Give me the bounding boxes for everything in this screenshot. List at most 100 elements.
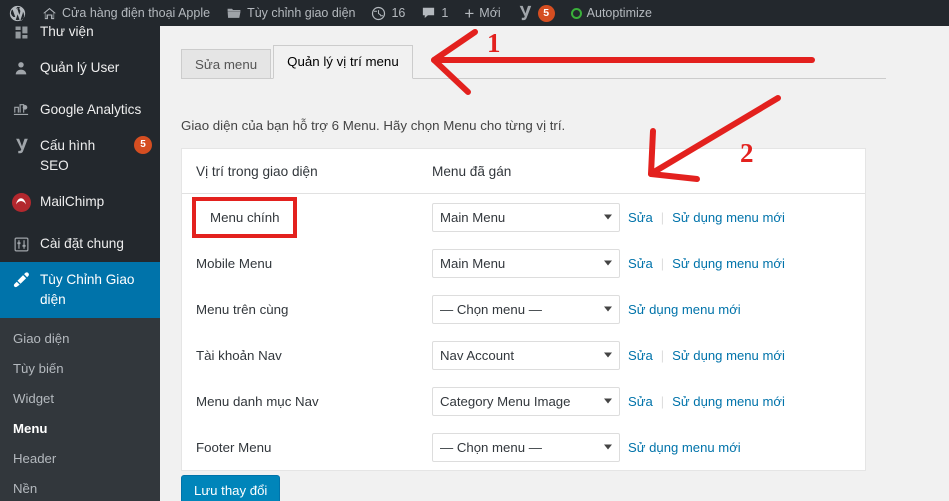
submenu-item-menus[interactable]: Menu: [0, 414, 160, 444]
row-location-cell: Menu danh mục Nav: [182, 394, 432, 409]
use-new-menu-link[interactable]: Sử dụng menu mới: [672, 210, 785, 225]
row-assigned-cell: Category Menu Image Sửa | Sử dụng menu m…: [432, 386, 865, 416]
table-row: Tài khoản Nav Nav Account Sửa | Sử dụng …: [182, 332, 865, 378]
sidebar-item-appearance[interactable]: Tùy Chỉnh Giao diện: [0, 262, 168, 318]
submenu-item-customize[interactable]: Tùy biến: [0, 354, 160, 384]
appearance-submenu: Giao diện Tùy biến Widget Menu Header Nề…: [0, 318, 160, 501]
use-new-menu-link[interactable]: Sử dụng menu mới: [672, 394, 785, 409]
location-name: Menu danh mục Nav: [196, 393, 319, 409]
row-assigned-cell: Nav Account Sửa | Sử dụng menu mới: [432, 340, 865, 370]
adminbar-autoptimize[interactable]: Autoptimize: [563, 0, 660, 26]
annotation-number-2: 2: [740, 138, 754, 168]
yoast-icon: [517, 4, 533, 22]
tab-manage-locations[interactable]: Quản lý vị trí menu: [273, 45, 413, 79]
table-header-row: Vị trí trong giao diện Menu đã gán: [182, 149, 865, 194]
adminbar-updates[interactable]: 16: [363, 0, 413, 26]
adminbar-customize[interactable]: Tùy chỉnh giao diện: [218, 0, 363, 26]
row-location-cell: Menu chính: [182, 196, 432, 238]
sidebar-item-mailchimp[interactable]: MailChimp: [0, 184, 160, 220]
sidebar-item-settings[interactable]: Cài đặt chung: [0, 226, 160, 262]
row-assigned-cell: — Chọn menu — Sử dụng menu mới: [432, 432, 865, 462]
admin-screen: Cửa hàng điện thoại Apple Tùy chỉnh giao…: [0, 0, 949, 501]
header-location: Vị trí trong giao diện: [196, 163, 318, 179]
action-separator: |: [660, 255, 665, 271]
settings-icon: [11, 234, 31, 254]
folder-icon: [226, 6, 242, 21]
menu-select-wrap: Main Menu: [432, 202, 620, 232]
table-row: Menu chính Main Menu Sửa | Sử dụng menu …: [182, 194, 865, 240]
submenu-item-themes[interactable]: Giao diện: [0, 324, 160, 354]
media-icon: [11, 22, 31, 42]
tab-edit-menu[interactable]: Sửa menu: [181, 49, 272, 79]
sidebar-item-seo[interactable]: Cấu hình SEO 5: [0, 128, 160, 184]
sidebar-item-seo-label: Cấu hình SEO: [40, 138, 96, 173]
edit-menu-link[interactable]: Sửa: [628, 394, 653, 409]
submenu-item-background[interactable]: Nền: [0, 474, 160, 501]
menu-select[interactable]: Category Menu Image: [432, 386, 620, 416]
edit-menu-link[interactable]: Sửa: [628, 256, 653, 271]
admin-sidebar: Thư viện Quản lý User Google Analytics C…: [0, 24, 168, 501]
circle-ring-icon: [570, 7, 582, 19]
yoast-icon: [11, 136, 31, 156]
menu-select-wrap: — Chọn menu —: [432, 432, 620, 462]
header-assigned-menu: Menu đã gán: [432, 163, 512, 179]
adminbar-new-content-label: Mới: [479, 6, 501, 20]
main-content: Sửa menu Quản lý vị trí menu Giao diện c…: [160, 26, 949, 501]
table-row: Mobile Menu Main Menu Sửa | Sử dụng menu…: [182, 240, 865, 286]
adminbar-yoast-seo[interactable]: 5: [509, 0, 563, 26]
use-new-menu-link[interactable]: Sử dụng menu mới: [672, 256, 785, 271]
locations-description: Giao diện của bạn hỗ trợ 6 Menu. Hãy chọ…: [181, 118, 566, 133]
table-row: Footer Menu — Chọn menu — Sử dụng menu m…: [182, 424, 865, 470]
comment-icon: [421, 6, 436, 20]
menu-select[interactable]: — Chọn menu —: [432, 432, 620, 462]
analytics-icon: [11, 100, 31, 120]
action-separator: |: [660, 393, 665, 409]
action-separator: |: [660, 209, 665, 225]
sidebar-item-google-analytics-label: Google Analytics: [40, 102, 142, 117]
menu-select[interactable]: Main Menu: [432, 202, 620, 232]
annotation-number-1: 1: [487, 28, 501, 58]
edit-menu-link[interactable]: Sửa: [628, 348, 653, 363]
sidebar-item-google-analytics[interactable]: Google Analytics: [0, 92, 160, 128]
menu-select-wrap: — Chọn menu —: [432, 294, 620, 324]
table-row: Menu trên cùng — Chọn menu — Sử dụng men…: [182, 286, 865, 332]
save-changes-button[interactable]: Lưu thay đổi: [181, 475, 281, 501]
sidebar-item-users-label: Quản lý User: [40, 60, 120, 75]
wordpress-icon: [9, 5, 26, 22]
adminbar-comments[interactable]: 1: [413, 0, 456, 26]
brush-icon: [11, 270, 31, 290]
menu-select[interactable]: Main Menu: [432, 248, 620, 278]
menu-select[interactable]: Nav Account: [432, 340, 620, 370]
row-assigned-cell: Main Menu Sửa | Sử dụng menu mới: [432, 248, 865, 278]
adminbar-comments-count: 1: [441, 6, 449, 20]
menu-locations-table: Vị trí trong giao diện Menu đã gán Menu …: [181, 148, 866, 471]
location-name: Mobile Menu: [196, 255, 273, 271]
location-name: Footer Menu: [196, 439, 272, 455]
use-new-menu-link[interactable]: Sử dụng menu mới: [672, 348, 785, 363]
sidebar-item-users[interactable]: Quản lý User: [0, 50, 160, 86]
submenu-item-header[interactable]: Header: [0, 444, 160, 474]
use-new-menu-link[interactable]: Sử dụng menu mới: [628, 440, 741, 455]
location-name: Tài khoản Nav: [196, 347, 282, 363]
sidebar-item-settings-label: Cài đặt chung: [40, 236, 124, 251]
row-location-cell: Footer Menu: [182, 440, 432, 455]
adminbar-new-content[interactable]: + Mới: [456, 0, 508, 26]
yoast-badge: 5: [537, 4, 555, 22]
row-assigned-cell: Main Menu Sửa | Sử dụng menu mới: [432, 202, 865, 232]
update-icon: [371, 6, 386, 21]
use-new-menu-link[interactable]: Sử dụng menu mới: [628, 302, 741, 317]
adminbar-updates-count: 16: [391, 6, 406, 20]
menu-select-wrap: Main Menu: [432, 248, 620, 278]
edit-menu-link[interactable]: Sửa: [628, 210, 653, 225]
submenu-item-widgets[interactable]: Widget: [0, 384, 160, 414]
user-icon: [11, 58, 31, 78]
adminbar-autoptimize-label: Autoptimize: [586, 6, 652, 20]
sidebar-item-appearance-label: Tùy Chỉnh Giao diện: [40, 272, 135, 307]
action-separator: |: [660, 347, 665, 363]
menu-select[interactable]: — Chọn menu —: [432, 294, 620, 324]
menu-select-wrap: Category Menu Image: [432, 386, 620, 416]
mailchimp-icon: [11, 192, 31, 212]
sidebar-item-media[interactable]: Thư viện: [0, 22, 160, 50]
row-location-cell: Menu trên cùng: [182, 302, 432, 317]
menu-select-wrap: Nav Account: [432, 340, 620, 370]
